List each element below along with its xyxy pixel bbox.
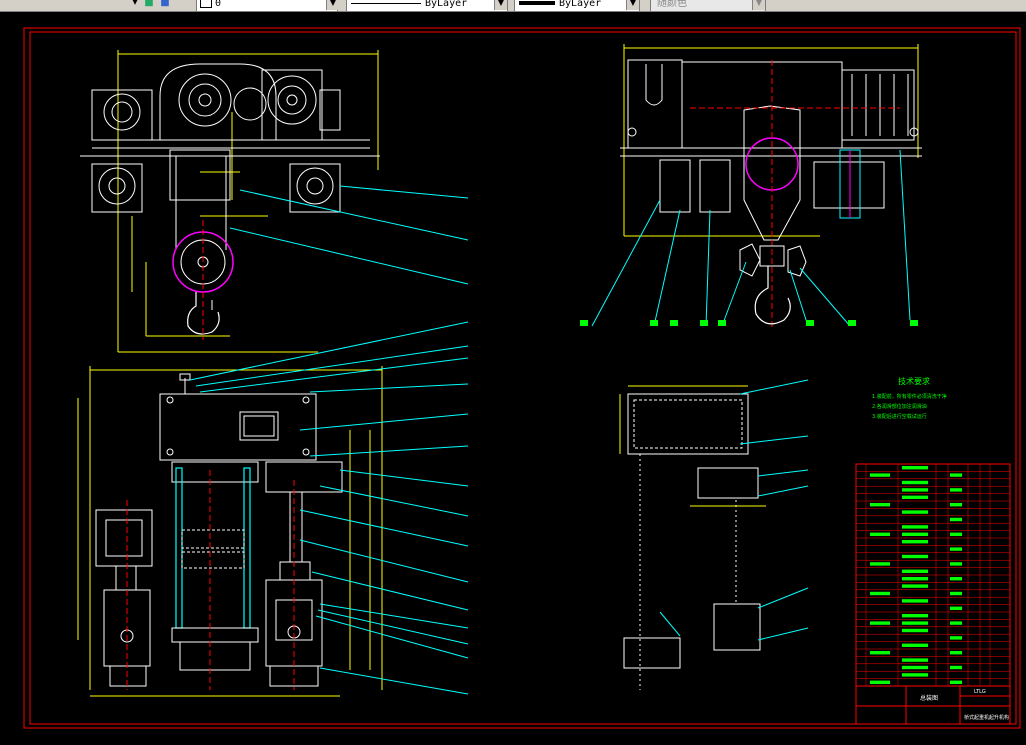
layer-dropdown-arrow[interactable]: ▼ [326,0,339,10]
layer-color-icon [200,0,212,8]
plotstyle-dropdown-arrow[interactable]: ▼ [752,0,765,10]
technical-requirements: 技术要求 1.装配前，所有零件必须清洗干净 2.各润滑部位加注润滑油 3.装配后… [872,376,947,420]
drawing-border-inner [29,31,1017,725]
lineweight-sample [519,1,555,5]
layer-previous-icon[interactable]: ■ [158,0,172,10]
layer-select[interactable]: 0 [196,0,338,11]
linetype-select[interactable]: ByLayer [346,0,508,11]
lineweight-dropdown-arrow[interactable]: ▼ [626,0,639,10]
tech-requirements-title: 技术要求 [898,376,930,386]
drawing-viewport[interactable]: 技术要求 1.装配前，所有零件必须清洗干净 2.各润滑部位加注润滑油 3.装配后… [0,12,1026,741]
part-detail-views [619,379,809,690]
plan-view-bottom-left [77,321,469,697]
lineweight-select[interactable]: ByLayer [514,0,640,11]
title-drawing-code: LTLG [974,689,986,695]
cad-drawing-canvas[interactable]: 技术要求 1.装配前，所有零件必须清洗干净 2.各润滑部位加注润滑油 3.装配后… [0,12,1026,741]
side-view-top-right [580,44,922,330]
tech-line-3: 3.装配后进行空载试运行 [872,413,927,420]
front-view-top-left [80,50,469,353]
tech-line-2: 2.各润滑部位加注润滑油 [872,403,927,410]
layer-states-icon[interactable]: ▾ [128,0,142,10]
linetype-dropdown-arrow[interactable]: ▼ [494,0,507,10]
title-drawing-name: 总装图 [920,694,938,702]
parts-list-table [855,463,1011,687]
plotstyle-select[interactable]: 随颜色 [650,0,766,11]
title-project-name: 桥式起重机起升机构 [964,714,1009,721]
layer-manager-icon[interactable]: ■ [142,0,156,10]
title-block: 总装图 LTLG 桥式起重机起升机构 [855,685,1011,725]
tech-line-1: 1.装配前，所有零件必须清洗干净 [872,393,947,400]
linetype-sample [351,2,421,4]
properties-toolbar: ▾ ■ ■ 0 ▼ ByLayer ▼ ByLayer ▼ 随颜色 ▼ [0,0,1026,12]
